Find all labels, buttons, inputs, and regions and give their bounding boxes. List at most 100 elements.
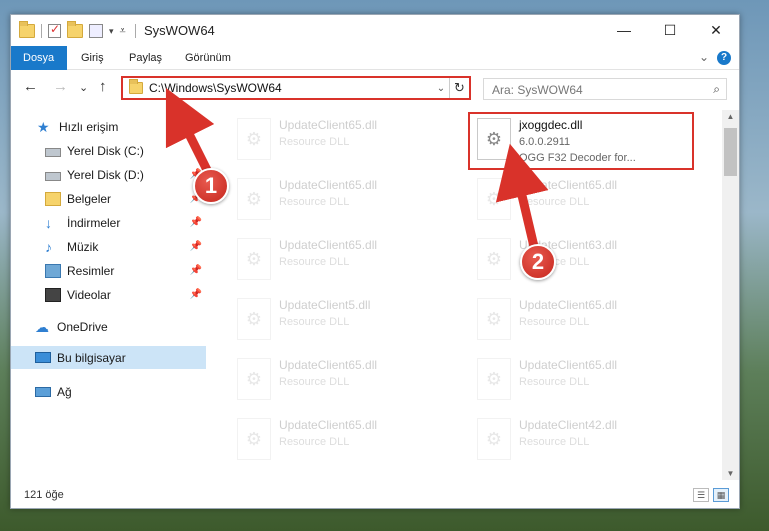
star-icon: ★ (37, 118, 50, 135)
list-item[interactable]: ⚙ UpdateClient65.dll Resource DLL (447, 292, 677, 346)
minimize-button[interactable]: — (601, 15, 647, 45)
window-title: SysWOW64 (144, 23, 215, 38)
vertical-scrollbar[interactable]: ▲ ▼ (722, 110, 739, 480)
pin-icon[interactable]: 📌 (190, 217, 202, 228)
sidebar-item-label: OneDrive (57, 319, 108, 334)
title-bar: ▾ ⩡ SysWOW64 — ☐ ✕ (11, 15, 739, 46)
search-box[interactable]: Ara: SysWOW64 ⌕ (483, 78, 727, 100)
file-description: Resource DLL (279, 136, 350, 148)
sidebar-item-pictures[interactable]: Resimler 📌 (11, 259, 206, 282)
address-path[interactable]: C:\Windows\SysWOW64 (149, 81, 433, 95)
disk-icon (45, 171, 61, 181)
file-description: Resource DLL (279, 316, 350, 328)
recent-locations-button[interactable]: ⌄ (79, 81, 88, 94)
address-dropdown-icon[interactable]: ⌄ (433, 83, 449, 94)
sidebar-item-documents[interactable]: Belgeler 📌 (11, 187, 206, 210)
sidebar-item-network[interactable]: Ağ (11, 380, 206, 403)
customize-toolbar-icon[interactable]: ⩡ (120, 25, 126, 38)
sidebar-item-label: Yerel Disk (C:) (67, 143, 144, 158)
list-item[interactable]: ⚙ UpdateClient65.dll Resource DLL (207, 172, 437, 226)
list-item[interactable]: ⚙ UpdateClient5.dll Resource DLL (207, 292, 437, 346)
dropdown-arrow-icon[interactable]: ▾ (109, 26, 114, 37)
navigation-pane: ★ Hızlı erişim Yerel Disk (C:) Yerel Dis… (11, 110, 206, 480)
file-name: UpdateClient65.dll (279, 178, 378, 192)
ribbon-expand-icon[interactable]: ⌄ (699, 50, 709, 64)
navigation-bar: ← → ⌄ ↑ C:\Windows\SysWOW64 ⌄ ↻ Ara: Sys… (11, 73, 739, 103)
address-bar[interactable]: C:\Windows\SysWOW64 ⌄ ↻ (121, 76, 471, 100)
step-badge-2: 2 (520, 244, 556, 280)
dll-file-icon: ⚙ (477, 238, 511, 280)
file-description: Resource DLL (279, 376, 350, 388)
folder-icon (19, 21, 35, 38)
status-bar: 121 öğe ☰ ▦ (11, 483, 739, 508)
scrollbar-thumb[interactable] (724, 128, 737, 176)
item-count: 121 öğe (24, 489, 64, 501)
sidebar-item-videos[interactable]: Videolar 📌 (11, 283, 206, 306)
scroll-down-icon[interactable]: ▼ (722, 469, 739, 478)
sidebar-item-quick-access[interactable]: ★ Hızlı erişim (11, 115, 206, 138)
up-button[interactable]: ↑ (99, 78, 107, 95)
maximize-button[interactable]: ☐ (647, 15, 693, 45)
list-item[interactable]: ⚙ UpdateClient65.dll Resource DLL (207, 412, 437, 466)
close-button[interactable]: ✕ (693, 15, 739, 45)
file-name: UpdateClient65.dll (279, 118, 378, 132)
highlight-box (468, 112, 694, 170)
file-description: Resource DLL (519, 436, 590, 448)
list-item[interactable]: ⚙ UpdateClient65.dll Resource DLL (207, 232, 437, 286)
sidebar-item-label: Belgeler (67, 191, 112, 206)
computer-icon (35, 352, 51, 363)
list-item[interactable]: ⚙ UpdateClient63.dll Resource DLL (447, 232, 677, 286)
cloud-icon: ☁ (35, 318, 49, 335)
sidebar-item-label: Resimler (67, 263, 115, 278)
help-icon[interactable]: ? (717, 51, 731, 65)
list-icon[interactable] (89, 24, 103, 38)
disk-icon (45, 147, 61, 157)
file-name: UpdateClient65.dll (279, 358, 378, 372)
list-item[interactable]: ⚙ UpdateClient42.dll Resource DLL (447, 412, 677, 466)
sidebar-item-music[interactable]: ♪ Müzik 📌 (11, 235, 206, 258)
details-view-icon[interactable]: ☰ (693, 488, 709, 502)
properties-icon[interactable] (48, 22, 61, 38)
new-folder-icon[interactable] (67, 21, 83, 38)
search-input[interactable]: Ara: SysWOW64 (492, 83, 583, 97)
dll-file-icon: ⚙ (477, 298, 511, 340)
file-name: UpdateClient65.dll (279, 238, 378, 252)
forward-button[interactable]: → (53, 78, 68, 95)
list-item[interactable]: ⚙ UpdateClient65.dll Resource DLL (447, 352, 677, 406)
tab-home[interactable]: Giriş (73, 46, 112, 70)
sidebar-item-this-pc[interactable]: Bu bilgisayar (11, 346, 206, 369)
list-item[interactable]: ⚙ UpdateClient65.dll Resource DLL (207, 112, 437, 166)
dll-file-icon: ⚙ (477, 358, 511, 400)
videos-icon (45, 287, 61, 302)
tab-share[interactable]: Paylaş (121, 46, 170, 70)
file-name: UpdateClient65.dll (279, 418, 378, 432)
tab-view[interactable]: Görünüm (177, 46, 239, 70)
list-item[interactable]: ⚙ UpdateClient65.dll Resource DLL (447, 172, 677, 226)
large-icons-view-icon[interactable]: ▦ (713, 488, 729, 502)
pin-icon[interactable]: 📌 (190, 241, 202, 252)
file-description: Resource DLL (279, 436, 350, 448)
pin-icon[interactable]: 📌 (190, 289, 202, 300)
tab-file[interactable]: Dosya (11, 46, 67, 70)
sidebar-item-label: Yerel Disk (D:) (67, 167, 144, 182)
music-icon: ♪ (45, 238, 52, 255)
list-item[interactable]: ⚙ UpdateClient65.dll Resource DLL (207, 352, 437, 406)
sidebar-item-disk-d[interactable]: Yerel Disk (D:) 📌 (11, 163, 206, 186)
sidebar-item-label: İndirmeler (67, 215, 121, 230)
scroll-up-icon[interactable]: ▲ (722, 112, 739, 121)
file-name: UpdateClient65.dll (519, 178, 618, 192)
file-description: Resource DLL (519, 196, 590, 208)
sidebar-item-downloads[interactable]: ↓ İndirmeler 📌 (11, 211, 206, 234)
file-name: UpdateClient65.dll (519, 298, 618, 312)
ribbon: Dosya Giriş Paylaş Görünüm ⌄ ? (11, 46, 739, 70)
refresh-button[interactable]: ↻ (449, 78, 469, 98)
file-name: UpdateClient42.dll (519, 418, 618, 432)
sidebar-item-onedrive[interactable]: ☁ OneDrive (11, 315, 206, 338)
dll-file-icon: ⚙ (237, 118, 271, 160)
back-button[interactable]: ← (23, 78, 38, 95)
sidebar-item-disk-c[interactable]: Yerel Disk (C:) (11, 139, 206, 162)
sidebar-item-label: Müzik (67, 239, 99, 254)
file-description: Resource DLL (279, 196, 350, 208)
documents-icon (45, 191, 61, 206)
pin-icon[interactable]: 📌 (190, 265, 202, 276)
